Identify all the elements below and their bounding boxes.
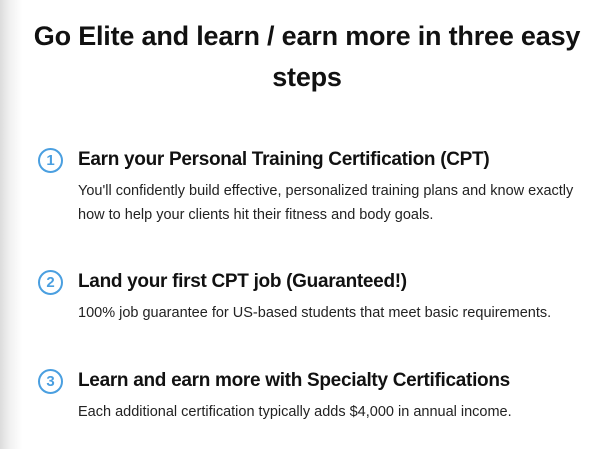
section-headline: Go Elite and learn / earn more in three … [33, 21, 581, 92]
step-title: Land your first CPT job (Guaranteed!) [78, 271, 407, 292]
step-title: Learn and earn more with Specialty Certi… [78, 370, 510, 391]
step-number-badge: 1 [38, 148, 63, 173]
step-description: You'll confidently build effective, pers… [78, 183, 574, 223]
step-number-badge: 2 [38, 270, 63, 295]
step-description: Each additional certification typically … [78, 404, 512, 420]
step-title: Earn your Personal Training Certificatio… [78, 149, 490, 170]
step-description: 100% job guarantee for US-based students… [78, 305, 552, 321]
step-number-badge: 3 [38, 369, 63, 394]
left-edge-shadow [0, 0, 22, 449]
